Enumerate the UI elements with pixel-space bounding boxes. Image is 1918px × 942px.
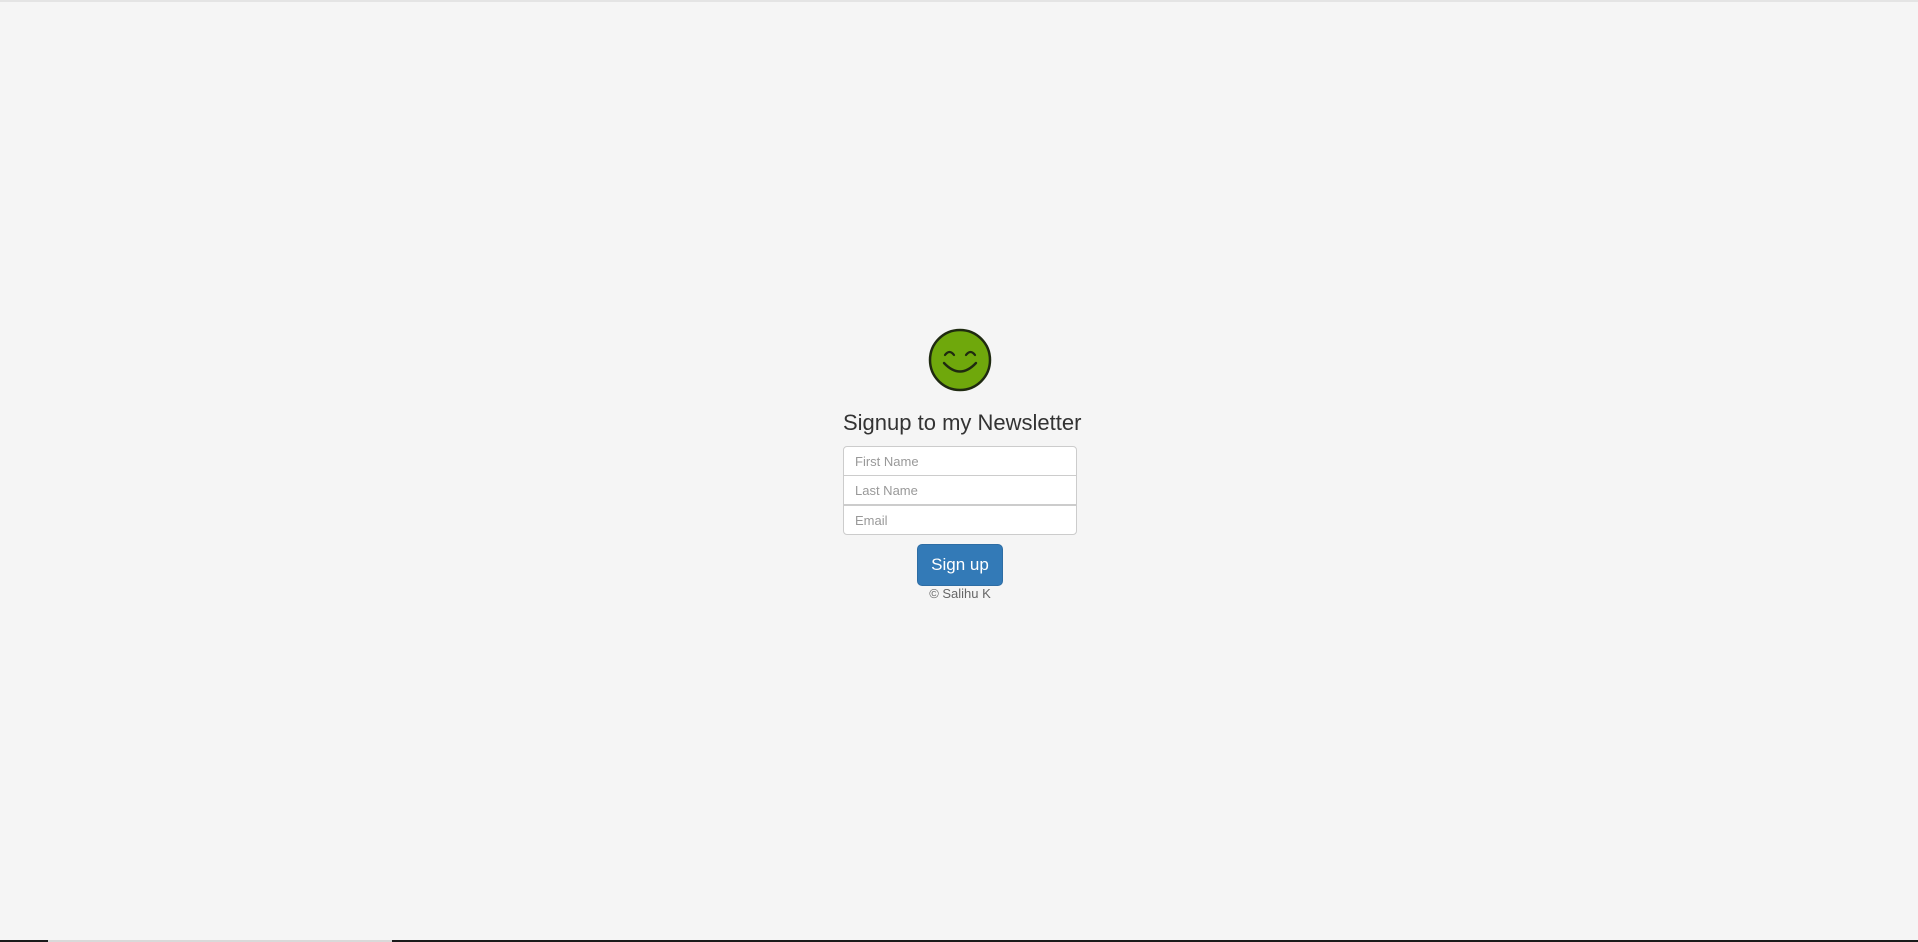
copyright-footer: © Salihu K bbox=[929, 586, 991, 601]
signup-form: Signup to my Newsletter Sign up © Salihu… bbox=[843, 328, 1082, 615]
first-name-field[interactable] bbox=[843, 446, 1077, 476]
last-name-field[interactable] bbox=[843, 475, 1077, 505]
top-divider bbox=[0, 0, 1918, 2]
form-title: Signup to my Newsletter bbox=[843, 410, 1082, 435]
sign-up-button[interactable]: Sign up bbox=[917, 544, 1003, 586]
smiley-face-icon bbox=[928, 328, 992, 392]
email-field[interactable] bbox=[843, 505, 1077, 535]
